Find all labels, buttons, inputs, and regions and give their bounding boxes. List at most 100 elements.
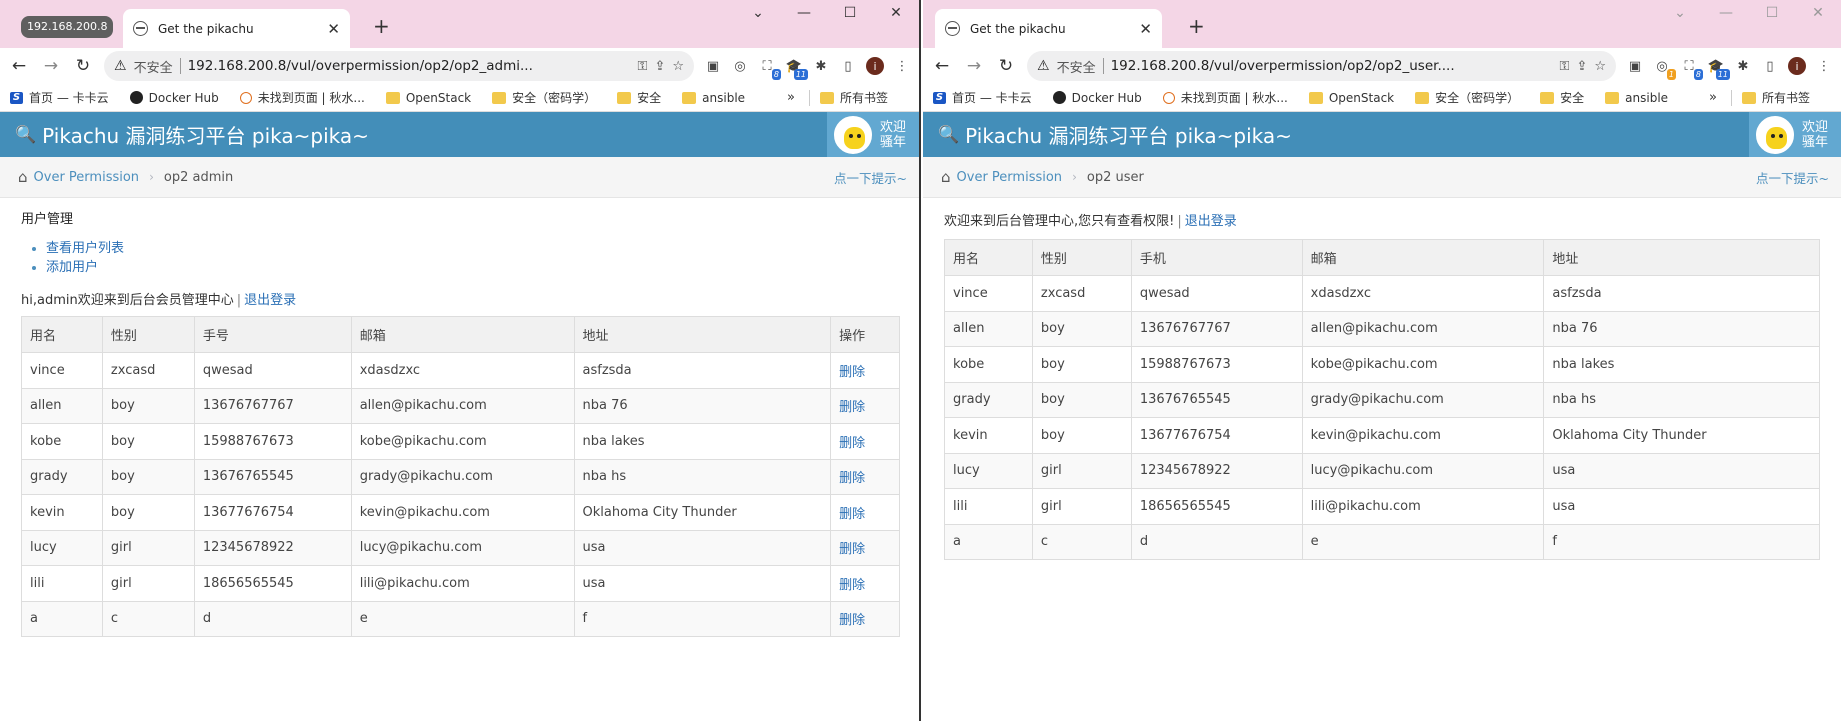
delete-link[interactable]: 删除 <box>830 423 900 460</box>
star-icon[interactable]: ☆ <box>1594 59 1606 74</box>
logout-link[interactable]: 退出登录 <box>244 293 296 308</box>
bookmark-folder[interactable]: 安全（密码学） <box>1415 89 1519 106</box>
table-cell: usa <box>573 529 832 566</box>
share-icon[interactable]: ⇪ <box>654 59 665 74</box>
key-icon[interactable]: ⚿ <box>1560 59 1570 74</box>
delete-link[interactable]: 删除 <box>830 458 900 495</box>
forward-button[interactable]: → <box>40 56 62 76</box>
table-row: lucy girl 12345678922 lucy@pikachu.com usa <box>944 452 1820 489</box>
bookmark-item[interactable]: Docker Hub <box>129 91 219 105</box>
delete-link[interactable]: 删除 <box>830 600 900 637</box>
logout-link[interactable]: 退出登录 <box>1185 214 1237 229</box>
list-item[interactable]: 添加用户 <box>46 258 898 277</box>
key-icon[interactable]: ⚿ <box>638 59 648 74</box>
forward-button[interactable]: → <box>963 56 985 76</box>
reload-button[interactable]: ↻ <box>72 56 94 76</box>
address-bar[interactable]: ⚠ 不安全 192.168.200.8/vul/overpermission/o… <box>104 51 694 81</box>
extension-icon[interactable]: ▣ <box>1626 57 1644 75</box>
site-brand[interactable]: Pikachu 漏洞练习平台 pika~pika~ <box>42 120 369 149</box>
close-window-button[interactable]: ✕ <box>873 5 919 21</box>
maximize-button[interactable]: ☐ <box>1749 5 1795 21</box>
all-bookmarks-folder[interactable]: 所有书签 <box>1741 89 1810 106</box>
maximize-button[interactable]: ☐ <box>827 5 873 21</box>
reload-button[interactable]: ↻ <box>995 56 1017 76</box>
warning-icon[interactable]: ⚠ <box>1037 58 1050 74</box>
bookmarks-bar: S 首页 — 卡卡云 Docker Hub 未找到页面 | 秋水... OpenS… <box>0 84 919 112</box>
breadcrumb-link[interactable]: Over Permission <box>34 170 140 185</box>
bookmark-folder[interactable]: 安全 <box>1540 89 1584 106</box>
extension-icon[interactable]: 🎓 11 <box>785 57 808 80</box>
column-header: 手机 <box>1130 239 1303 276</box>
minimize-button[interactable]: — <box>781 5 827 21</box>
back-button[interactable]: ← <box>931 56 953 76</box>
table-cell: vince <box>944 275 1033 312</box>
tab-search-icon[interactable]: ⌄ <box>735 5 781 21</box>
menu-icon[interactable]: ⋮ <box>1815 57 1833 75</box>
delete-link[interactable]: 删除 <box>830 494 900 531</box>
table-cell: usa <box>1543 488 1820 525</box>
bookmark-item[interactable]: 未找到页面 | 秋水... <box>1162 89 1288 106</box>
url-text[interactable]: 192.168.200.8/vul/overpermission/op2/op2… <box>1111 58 1553 74</box>
delete-link[interactable]: 删除 <box>830 529 900 566</box>
breadcrumb-link[interactable]: Over Permission <box>957 170 1063 185</box>
extension-icon[interactable]: ⛶ 8 <box>1680 57 1703 80</box>
record-icon[interactable]: ◎ <box>731 57 749 75</box>
delete-link[interactable]: 删除 <box>830 352 900 389</box>
close-window-button[interactable]: ✕ <box>1795 5 1841 21</box>
sidepanel-icon[interactable]: ▯ <box>1761 57 1779 75</box>
hint-link[interactable]: 点一下提示~ <box>1756 168 1829 187</box>
puzzle-icon[interactable]: ✱ <box>812 57 830 75</box>
bookmark-folder[interactable]: 安全（密码学） <box>492 89 596 106</box>
bookmark-folder[interactable]: OpenStack <box>1308 91 1394 105</box>
profile-avatar[interactable]: i <box>866 57 884 75</box>
star-icon[interactable]: ☆ <box>672 59 684 74</box>
welcome-line: hi,admin欢迎来到后台会员管理中心 | 退出登录 <box>21 293 297 308</box>
bookmark-folder[interactable]: ansible <box>1605 91 1668 105</box>
close-tab-icon[interactable]: ✕ <box>1139 20 1152 38</box>
table-cell: zxcasd <box>1031 275 1132 312</box>
warning-icon[interactable]: ⚠ <box>114 58 127 74</box>
tab-title: Get the pikachu <box>158 21 254 36</box>
delete-link[interactable]: 删除 <box>830 565 900 602</box>
address-bar[interactable]: ⚠ 不安全 192.168.200.8/vul/overpermission/o… <box>1027 51 1616 81</box>
extension-icon[interactable]: ▣ <box>704 57 722 75</box>
share-icon[interactable]: ⇪ <box>1576 59 1587 74</box>
profile-avatar[interactable]: i <box>1788 57 1806 75</box>
bookmark-folder[interactable]: 安全 <box>617 89 661 106</box>
user-menu[interactable]: 欢迎 骚年 <box>827 112 919 157</box>
menu-icon[interactable]: ⋮ <box>893 57 911 75</box>
bookmark-item[interactable]: 未找到页面 | 秋水... <box>239 89 365 106</box>
new-tab-button[interactable]: + <box>373 14 390 38</box>
delete-link[interactable]: 删除 <box>830 387 900 424</box>
hint-link[interactable]: 点一下提示~ <box>834 168 907 187</box>
tab-active[interactable]: Get the pikachu ✕ <box>935 9 1162 48</box>
tab-search-icon[interactable]: ⌄ <box>1657 5 1703 21</box>
breadcrumb-current: op2 admin <box>163 169 234 185</box>
bookmark-item[interactable]: S 首页 — 卡卡云 <box>10 89 109 106</box>
all-bookmarks-folder[interactable]: 所有书签 <box>819 89 888 106</box>
bookmark-folder[interactable]: OpenStack <box>385 91 471 105</box>
new-tab-button[interactable]: + <box>1188 14 1205 38</box>
puzzle-icon[interactable]: ✱ <box>1734 57 1752 75</box>
tab-active[interactable]: Get the pikachu ✕ <box>123 9 350 48</box>
column-header: 手号 <box>193 316 352 353</box>
sidepanel-icon[interactable]: ▯ <box>839 57 857 75</box>
extension-icon[interactable]: 🎓 11 <box>1707 57 1730 80</box>
bookmarks-overflow-button[interactable]: » <box>787 90 795 105</box>
bookmark-item[interactable]: Docker Hub <box>1052 91 1142 105</box>
close-tab-icon[interactable]: ✕ <box>327 20 340 38</box>
minimize-button[interactable]: — <box>1703 5 1749 21</box>
bookmarks-overflow-button[interactable]: » <box>1709 90 1717 105</box>
back-button[interactable]: ← <box>8 56 30 76</box>
url-text[interactable]: 192.168.200.8/vul/overpermission/op2/op2… <box>188 58 631 74</box>
extension-icon[interactable]: ⛶ 8 <box>758 57 781 80</box>
site-brand[interactable]: Pikachu 漏洞练习平台 pika~pika~ <box>965 120 1292 149</box>
record-icon[interactable]: ◎ 1 <box>1653 57 1676 80</box>
user-menu[interactable]: 欢迎 骚年 <box>1749 112 1841 157</box>
list-item[interactable]: 查看用户列表 <box>46 239 898 258</box>
table-row: a c d e f 删除 <box>21 600 900 637</box>
tab-group-chip[interactable]: 192.168.200.8 <box>21 16 114 38</box>
bookmark-item[interactable]: S 首页 — 卡卡云 <box>933 89 1032 106</box>
table-cell: nba lakes <box>1543 346 1820 383</box>
bookmark-folder[interactable]: ansible <box>682 91 745 105</box>
